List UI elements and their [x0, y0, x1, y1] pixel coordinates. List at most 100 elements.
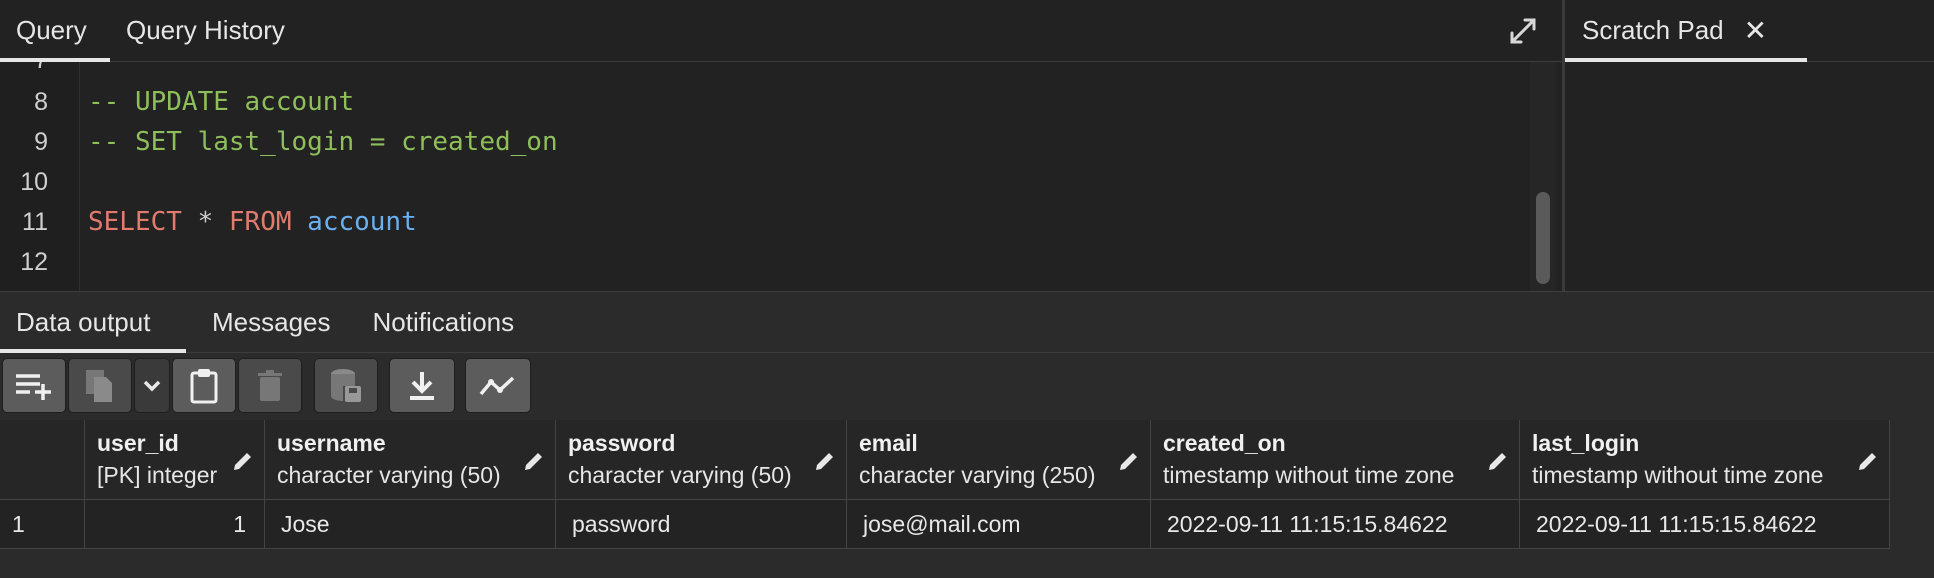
editor-scrollbar[interactable]: [1536, 192, 1550, 284]
pencil-icon[interactable]: [814, 450, 836, 472]
pencil-icon[interactable]: [523, 450, 545, 472]
column-name: user_id: [97, 430, 179, 456]
save-data-button[interactable]: [314, 358, 378, 413]
row-number-cell[interactable]: 1: [0, 500, 85, 549]
header-corner: [0, 420, 85, 500]
code-token: -- SET last_login = created_on: [88, 127, 558, 157]
scratch-pad-label: Scratch Pad: [1582, 15, 1724, 45]
table-cell[interactable]: password: [556, 500, 847, 549]
result-grid: user_id [PK] integer username character var…: [0, 420, 1934, 578]
download-button[interactable]: [389, 358, 455, 413]
cell-value: 1: [233, 511, 246, 537]
column-header-password[interactable]: password character varying (50): [556, 420, 847, 500]
query-tabbar: Query Query History: [0, 0, 1562, 62]
column-name: last_login: [1532, 430, 1640, 456]
table-cell[interactable]: 1: [85, 500, 265, 549]
code-token: FROM: [228, 207, 292, 237]
paste-button[interactable]: [172, 358, 236, 413]
column-header-email[interactable]: email character varying (250): [847, 420, 1151, 500]
code-line[interactable]: 11 SELECT * FROM account: [0, 202, 1562, 242]
tab-messages[interactable]: Messages: [196, 292, 347, 352]
column-name: password: [568, 430, 676, 456]
row-number: 1: [12, 511, 25, 537]
scratch-pad-area[interactable]: [1565, 62, 1934, 291]
tab-data-output[interactable]: Data output: [0, 292, 186, 353]
code-line[interactable]: 10: [0, 162, 1562, 202]
table-cell[interactable]: 2022-09-11 11:15:15.84622: [1520, 500, 1890, 549]
add-row-button[interactable]: [2, 358, 66, 413]
paste-icon: [190, 368, 218, 403]
tab-query-history[interactable]: Query History: [110, 0, 301, 61]
data-toolbar: [0, 353, 1934, 418]
pencil-icon[interactable]: [232, 450, 254, 472]
column-type: character varying (50): [277, 462, 501, 488]
delete-button[interactable]: [238, 358, 302, 413]
scratch-pad-pane: Scratch Pad ✕: [1562, 0, 1934, 291]
save-data-icon: [331, 368, 361, 402]
tab-data-output-label: Data output: [16, 306, 151, 337]
code-token: account: [291, 207, 417, 237]
cell-value: 2022-09-11 11:15:15.84622: [1167, 511, 1448, 537]
tab-query[interactable]: Query: [0, 0, 110, 62]
column-header-created-on[interactable]: created_on timestamp without time zone: [1151, 420, 1520, 500]
table-cell[interactable]: 2022-09-11 11:15:15.84622: [1151, 500, 1520, 549]
line-number: 7: [0, 62, 48, 80]
table-cell[interactable]: jose@mail.com: [847, 500, 1151, 549]
code-token: *: [181, 207, 229, 237]
code-text: -- UPDATE account: [88, 82, 354, 122]
add-row-icon: [16, 373, 51, 400]
code-line[interactable]: 8 -- UPDATE account: [0, 82, 1562, 122]
cell-value: 2022-09-11 11:15:15.84622: [1536, 511, 1817, 537]
tab-scratch-pad[interactable]: Scratch Pad ✕: [1565, 0, 1808, 62]
column-header-username[interactable]: username character varying (50): [265, 420, 556, 500]
line-number: 8: [34, 88, 48, 116]
cell-value: Jose: [281, 511, 330, 537]
column-type: character varying (50): [568, 462, 792, 488]
graph-visualiser-button[interactable]: [465, 358, 531, 413]
column-header-last-login[interactable]: last_login timestamp without time zone: [1520, 420, 1890, 500]
expand-icon[interactable]: [1508, 16, 1538, 46]
column-type: [PK] integer: [97, 462, 218, 488]
code-line[interactable]: 9 -- SET last_login = created_on: [0, 122, 1562, 162]
scratch-tabbar: Scratch Pad ✕: [1565, 0, 1934, 62]
cell-value: password: [572, 511, 671, 537]
line-number: 9: [34, 128, 48, 156]
code-token: SELECT: [88, 207, 182, 237]
output-tabbar: Data output Messages Notifications: [0, 291, 1934, 353]
table-cell[interactable]: Jose: [265, 500, 556, 549]
tab-notifications[interactable]: Notifications: [357, 292, 531, 352]
copy-icon: [86, 369, 112, 402]
sql-editor[interactable]: 7 8 -- UPDATE account 9 -- SET last_login = …: [0, 62, 1562, 291]
tab-query-label: Query: [16, 15, 87, 45]
code-text: SELECT * FROM account: [88, 202, 417, 242]
code-text: -- SET last_login = created_on: [88, 122, 558, 162]
code-line[interactable]: 12: [0, 242, 1562, 282]
line-number: 12: [20, 248, 48, 276]
column-name: username: [277, 430, 386, 456]
graph-icon: [479, 376, 515, 395]
column-name: created_on: [1163, 430, 1286, 456]
tab-messages-label: Messages: [212, 306, 331, 337]
delete-icon: [258, 369, 282, 401]
column-type: character varying (250): [859, 462, 1096, 488]
pencil-icon[interactable]: [1487, 450, 1509, 472]
download-icon: [410, 371, 434, 400]
chevron-down-icon: [143, 380, 161, 391]
copy-button[interactable]: [68, 358, 132, 413]
query-pane: Query Query History 7 8 -- UPDATE account 9…: [0, 0, 1562, 291]
tab-query-history-label: Query History: [126, 15, 285, 45]
pencil-icon[interactable]: [1118, 450, 1140, 472]
cell-value: jose@mail.com: [863, 511, 1021, 537]
column-name: email: [859, 430, 918, 456]
tab-notifications-label: Notifications: [372, 306, 515, 337]
column-type: timestamp without time zone: [1532, 462, 1824, 488]
grid-right-edge: [1890, 420, 1934, 550]
pencil-icon[interactable]: [1857, 450, 1879, 472]
line-number: 10: [20, 168, 48, 196]
close-icon[interactable]: ✕: [1744, 14, 1767, 47]
copy-options-button[interactable]: [134, 358, 170, 413]
code-token: -- UPDATE account: [88, 87, 355, 117]
code-line[interactable]: 7: [0, 62, 1562, 80]
column-header-user-id[interactable]: user_id [PK] integer: [85, 420, 265, 500]
column-type: timestamp without time zone: [1163, 462, 1455, 488]
